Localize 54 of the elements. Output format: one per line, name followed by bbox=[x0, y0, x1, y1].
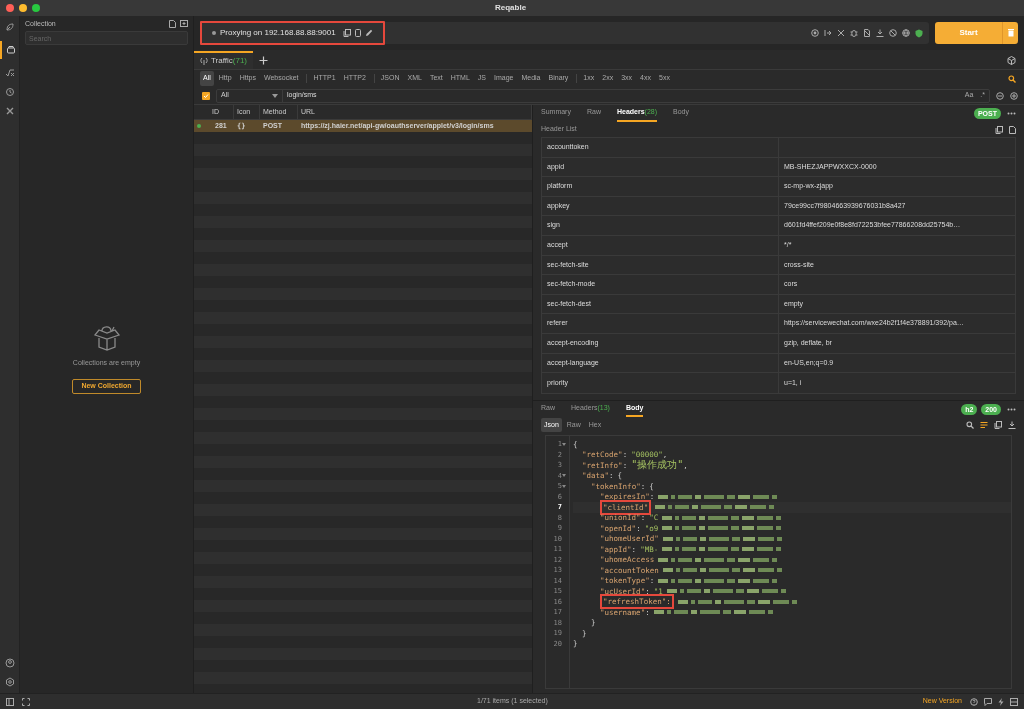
lightning-icon[interactable] bbox=[998, 697, 1004, 706]
tools-icon[interactable] bbox=[4, 106, 15, 116]
close-window-button[interactable] bbox=[6, 4, 14, 12]
minus-circle-icon[interactable] bbox=[996, 91, 1004, 100]
sidebar-toggle-icon[interactable] bbox=[6, 697, 14, 706]
new-file-icon[interactable] bbox=[169, 20, 176, 28]
fullscreen-icon[interactable] bbox=[22, 697, 30, 706]
box-icon bbox=[5, 45, 16, 55]
download-icon[interactable] bbox=[876, 29, 884, 37]
antenna-icon bbox=[200, 57, 208, 65]
pencil-icon[interactable] bbox=[364, 29, 373, 37]
target-icon[interactable] bbox=[811, 29, 819, 37]
traffic-tab[interactable]: Traffic(71) bbox=[194, 51, 253, 69]
window-title: Reqable bbox=[495, 2, 527, 14]
phone-icon[interactable] bbox=[354, 29, 361, 37]
more-icon[interactable] bbox=[1007, 407, 1016, 411]
account-icon[interactable] bbox=[4, 658, 15, 668]
more-icon[interactable] bbox=[1007, 112, 1016, 115]
history-icon[interactable] bbox=[4, 87, 15, 97]
shield-icon[interactable] bbox=[915, 28, 923, 38]
layout-icon[interactable] bbox=[1010, 697, 1018, 706]
crossed-arrows-icon[interactable] bbox=[837, 29, 845, 37]
download-icon[interactable] bbox=[1008, 421, 1016, 429]
new-folder-icon[interactable] bbox=[180, 20, 188, 27]
globe-icon[interactable] bbox=[902, 29, 910, 37]
fold-icon[interactable] bbox=[562, 442, 566, 446]
search-icon[interactable] bbox=[966, 421, 974, 429]
help-icon[interactable] bbox=[970, 697, 978, 706]
copy-icon[interactable] bbox=[994, 421, 1002, 429]
file-icon[interactable] bbox=[1009, 125, 1016, 134]
search-icon[interactable] bbox=[1008, 74, 1016, 83]
fold-icon[interactable] bbox=[562, 474, 566, 478]
wrap-lines-icon[interactable] bbox=[980, 421, 988, 429]
trash-icon bbox=[1007, 29, 1014, 37]
fold-icon[interactable] bbox=[562, 484, 566, 488]
minimize-window-button[interactable] bbox=[19, 4, 27, 12]
proxy-address-bar[interactable]: Proxying on 192.168.88.88:9001 bbox=[200, 21, 385, 45]
cube-icon[interactable] bbox=[1007, 56, 1016, 65]
bug-icon[interactable] bbox=[850, 29, 858, 37]
zoom-window-button[interactable] bbox=[32, 4, 40, 12]
proxy-status-text: Proxying on 192.168.88.88:9001 bbox=[220, 27, 336, 39]
plus-circle-icon[interactable] bbox=[1010, 91, 1018, 100]
feedback-icon[interactable] bbox=[984, 697, 992, 706]
copy-icon[interactable] bbox=[995, 125, 1003, 134]
add-tab-icon[interactable] bbox=[259, 56, 268, 65]
code-editor[interactable] bbox=[545, 435, 1012, 689]
copy-icon[interactable] bbox=[342, 29, 351, 37]
file-slash-icon[interactable] bbox=[863, 29, 871, 37]
leaf-icon[interactable] bbox=[4, 22, 15, 32]
blocked-circle-icon[interactable] bbox=[889, 29, 897, 37]
square-root-icon[interactable] bbox=[4, 68, 15, 78]
settings-icon[interactable] bbox=[4, 677, 15, 687]
split-arrow-icon[interactable] bbox=[824, 29, 832, 37]
checkbox[interactable] bbox=[202, 91, 210, 100]
